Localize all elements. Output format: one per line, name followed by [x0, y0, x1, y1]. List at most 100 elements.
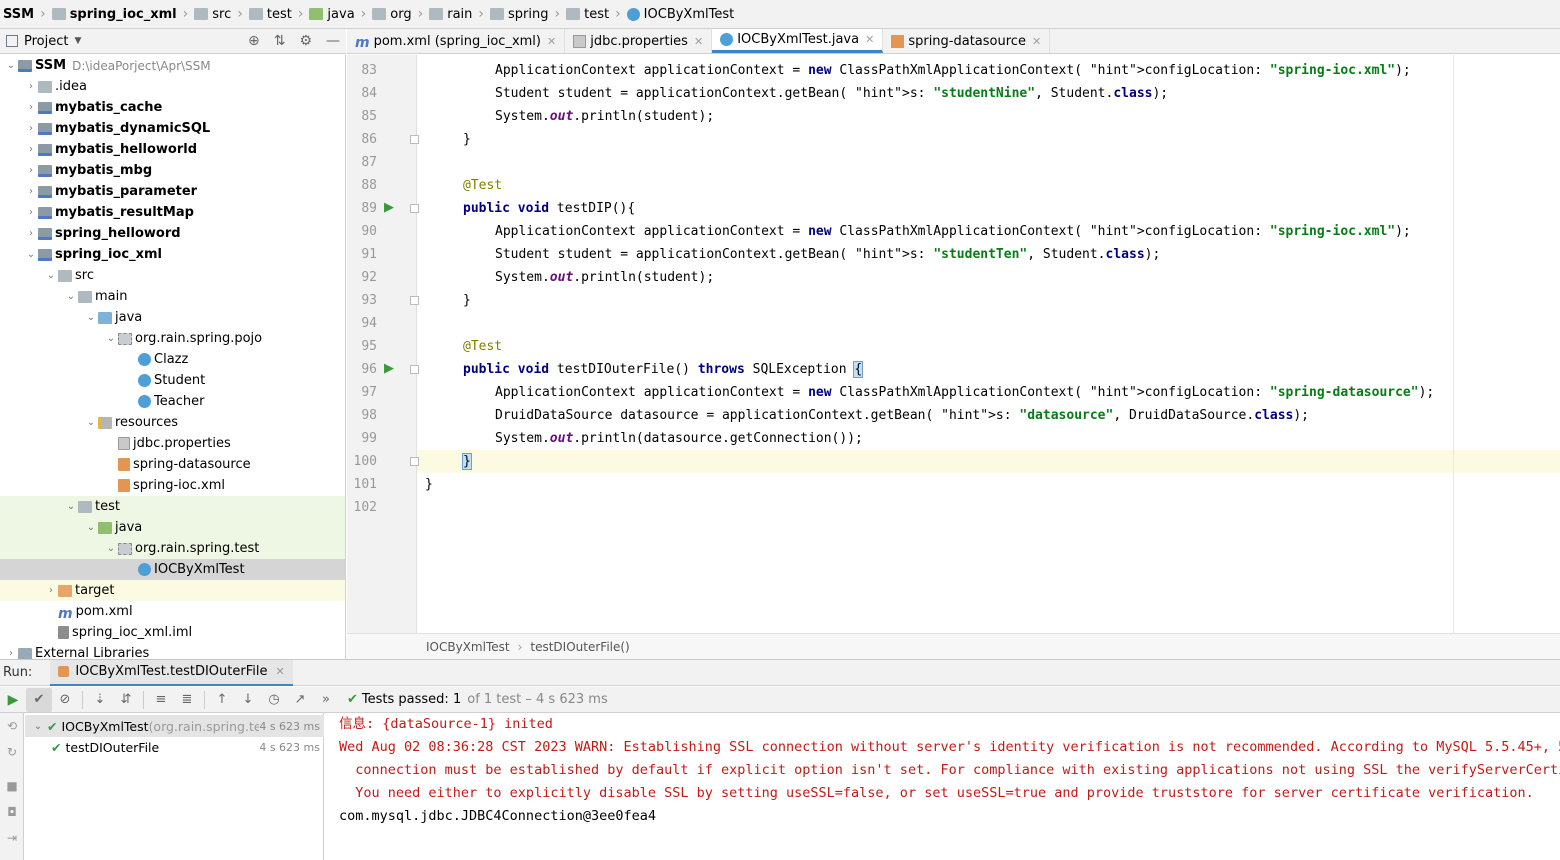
tree-item[interactable]: › External Libraries [0, 643, 345, 659]
console-output[interactable]: 信息: {dataSource-1} inited Wed Aug 02 08:3… [325, 713, 1560, 860]
chevron-down-icon[interactable]: ▼ [74, 36, 81, 46]
code-line[interactable]: System.out.println(datasource.getConnect… [417, 427, 1560, 450]
chevron-right-icon[interactable]: › [24, 144, 38, 155]
stop-icon[interactable]: ■ [5, 779, 19, 793]
chevron-down-icon[interactable]: ⌄ [84, 522, 98, 533]
tree-item[interactable]: ⌄ test [0, 496, 345, 517]
close-icon[interactable]: ✕ [547, 35, 556, 48]
code-breadcrumb-class[interactable]: IOCByXmlTest [426, 640, 510, 654]
breadcrumb-item[interactable]: SSM [3, 7, 34, 22]
breadcrumb-item[interactable]: rain [429, 7, 472, 22]
code-line[interactable]: Student student = applicationContext.get… [417, 82, 1560, 105]
code-area[interactable]: ApplicationContext applicationContext = … [417, 55, 1560, 633]
breadcrumb-item[interactable]: org [372, 7, 412, 22]
tree-item[interactable]: ⌄ java [0, 517, 345, 538]
code-line[interactable]: } [417, 128, 1560, 151]
close-icon[interactable]: ✕ [1032, 35, 1041, 48]
sort-duration-icon[interactable]: ⇵ [113, 688, 139, 712]
collapse-all-icon[interactable]: ≣ [174, 688, 200, 712]
tree-item[interactable]: Teacher [0, 391, 345, 412]
chevron-down-icon[interactable]: ⌄ [44, 270, 58, 281]
rerun-failed-icon[interactable]: ↻ [5, 745, 19, 759]
chevron-right-icon[interactable]: › [24, 81, 38, 92]
breadcrumb-item[interactable]: src [194, 7, 231, 22]
code-line[interactable] [417, 496, 1560, 519]
editor-tab[interactable]: spring-datasource ✕ [883, 29, 1051, 53]
chevron-down-icon[interactable]: ⌄ [29, 721, 47, 732]
chevron-down-icon[interactable]: ⌄ [64, 291, 78, 302]
tree-item[interactable]: spring-datasource [0, 454, 345, 475]
code-line[interactable]: @Test [417, 174, 1560, 197]
test-result-item[interactable]: ⌄ ✔ IOCByXmlTest (org.rain.spring.tes 4 s 6… [25, 715, 324, 737]
code-line[interactable]: Student student = applicationContext.get… [417, 243, 1560, 266]
close-icon[interactable]: ✕ [865, 33, 874, 46]
tree-item[interactable]: ⌄ resources [0, 412, 345, 433]
tree-item[interactable]: Clazz [0, 349, 345, 370]
code-line[interactable]: ApplicationContext applicationContext = … [417, 381, 1560, 404]
tree-item[interactable]: ⌄ org.rain.spring.test [0, 538, 345, 559]
chevron-right-icon[interactable]: › [24, 207, 38, 218]
chevron-right-icon[interactable]: › [24, 165, 38, 176]
run-test-icon[interactable]: ▶ [384, 201, 398, 215]
code-line[interactable]: DruidDataSource datasource = application… [417, 404, 1560, 427]
tree-item[interactable]: › mybatis_mbg [0, 160, 345, 181]
chevron-down-icon[interactable]: ⌄ [104, 333, 118, 344]
tree-item[interactable]: ⌄ main [0, 286, 345, 307]
tree-item[interactable]: ⌄ src [0, 265, 345, 286]
tree-item[interactable]: ⌄ SSM D:\ideaPorject\Apr\SSM [0, 55, 345, 76]
run-test-icon[interactable]: ▶ [384, 362, 398, 376]
tree-item[interactable]: › mybatis_resultMap [0, 202, 345, 223]
code-line[interactable]: } [417, 473, 1560, 496]
chevron-right-icon[interactable]: › [24, 228, 38, 239]
chevron-right-icon[interactable]: › [44, 585, 58, 596]
breadcrumb-item[interactable]: spring [490, 7, 548, 22]
previous-test-icon[interactable]: ↑ [209, 688, 235, 712]
code-line[interactable]: public void testDIOuterFile() throws SQL… [417, 358, 1560, 381]
editor-tab[interactable]: jdbc.properties ✕ [565, 29, 713, 53]
chevron-down-icon[interactable]: ⌄ [84, 417, 98, 428]
hide-panel-icon[interactable]: — [326, 33, 340, 49]
camera-icon[interactable]: ◘ [5, 805, 19, 819]
locate-icon[interactable]: ⊕ [248, 33, 260, 49]
code-line[interactable]: ApplicationContext applicationContext = … [417, 220, 1560, 243]
tree-item[interactable]: › mybatis_parameter [0, 181, 345, 202]
code-line[interactable]: System.out.println(student); [417, 105, 1560, 128]
run-tab[interactable]: IOCByXmlTest.testDIOuterFile ✕ [50, 659, 293, 686]
tree-item[interactable]: spring-ioc.xml [0, 475, 345, 496]
tree-item[interactable]: spring_ioc_xml.iml [0, 622, 345, 643]
expand-all-icon[interactable]: ≡ [148, 688, 174, 712]
breadcrumb-item[interactable]: test [248, 7, 292, 22]
tree-item[interactable]: › spring_helloword [0, 223, 345, 244]
chevron-down-icon[interactable]: ⌄ [24, 249, 38, 260]
tree-item[interactable]: IOCByXmlTest [0, 559, 345, 580]
sort-alpha-icon[interactable]: ⇣ [87, 688, 113, 712]
close-icon[interactable]: ✕ [694, 35, 703, 48]
chevron-down-icon[interactable]: ⌄ [84, 312, 98, 323]
export-icon[interactable]: ↗ [287, 688, 313, 712]
chevron-down-icon[interactable]: ⌄ [4, 60, 18, 71]
toggle-auto-test-icon[interactable]: ⟲ [5, 719, 19, 733]
breadcrumb-item[interactable]: java [309, 7, 355, 22]
code-line[interactable]: } [417, 289, 1560, 312]
breadcrumb-item[interactable]: spring_ioc_xml [51, 7, 177, 22]
code-breadcrumb-method[interactable]: testDIOuterFile() [530, 640, 629, 654]
chevron-right-icon[interactable]: › [4, 648, 18, 659]
tree-item[interactable]: › mybatis_cache [0, 97, 345, 118]
tree-item[interactable]: › mybatis_helloworld [0, 139, 345, 160]
chevron-right-icon[interactable]: › [24, 102, 38, 113]
tree-item[interactable]: Student [0, 370, 345, 391]
show-ignored-icon[interactable]: ⊘ [52, 688, 78, 712]
chevron-down-icon[interactable]: ⌄ [64, 501, 78, 512]
breadcrumb-item[interactable]: IOCByXmlTest [626, 7, 734, 22]
editor-tab[interactable]: m pom.xml (spring_ioc_xml) ✕ [347, 29, 566, 53]
code-line[interactable]: ApplicationContext applicationContext = … [417, 59, 1560, 82]
chevron-right-icon[interactable]: › [24, 186, 38, 197]
collapse-all-icon[interactable]: ⇅ [274, 33, 286, 49]
code-line[interactable]: public void testDIP(){ [417, 197, 1560, 220]
gear-icon[interactable]: ⚙ [299, 33, 312, 49]
tree-item[interactable]: ⌄ java [0, 307, 345, 328]
next-test-icon[interactable]: ↓ [235, 688, 261, 712]
show-passed-icon[interactable]: ✔ [26, 687, 52, 712]
chevron-down-icon[interactable]: ⌄ [104, 543, 118, 554]
breadcrumb-item[interactable]: test [566, 7, 609, 22]
